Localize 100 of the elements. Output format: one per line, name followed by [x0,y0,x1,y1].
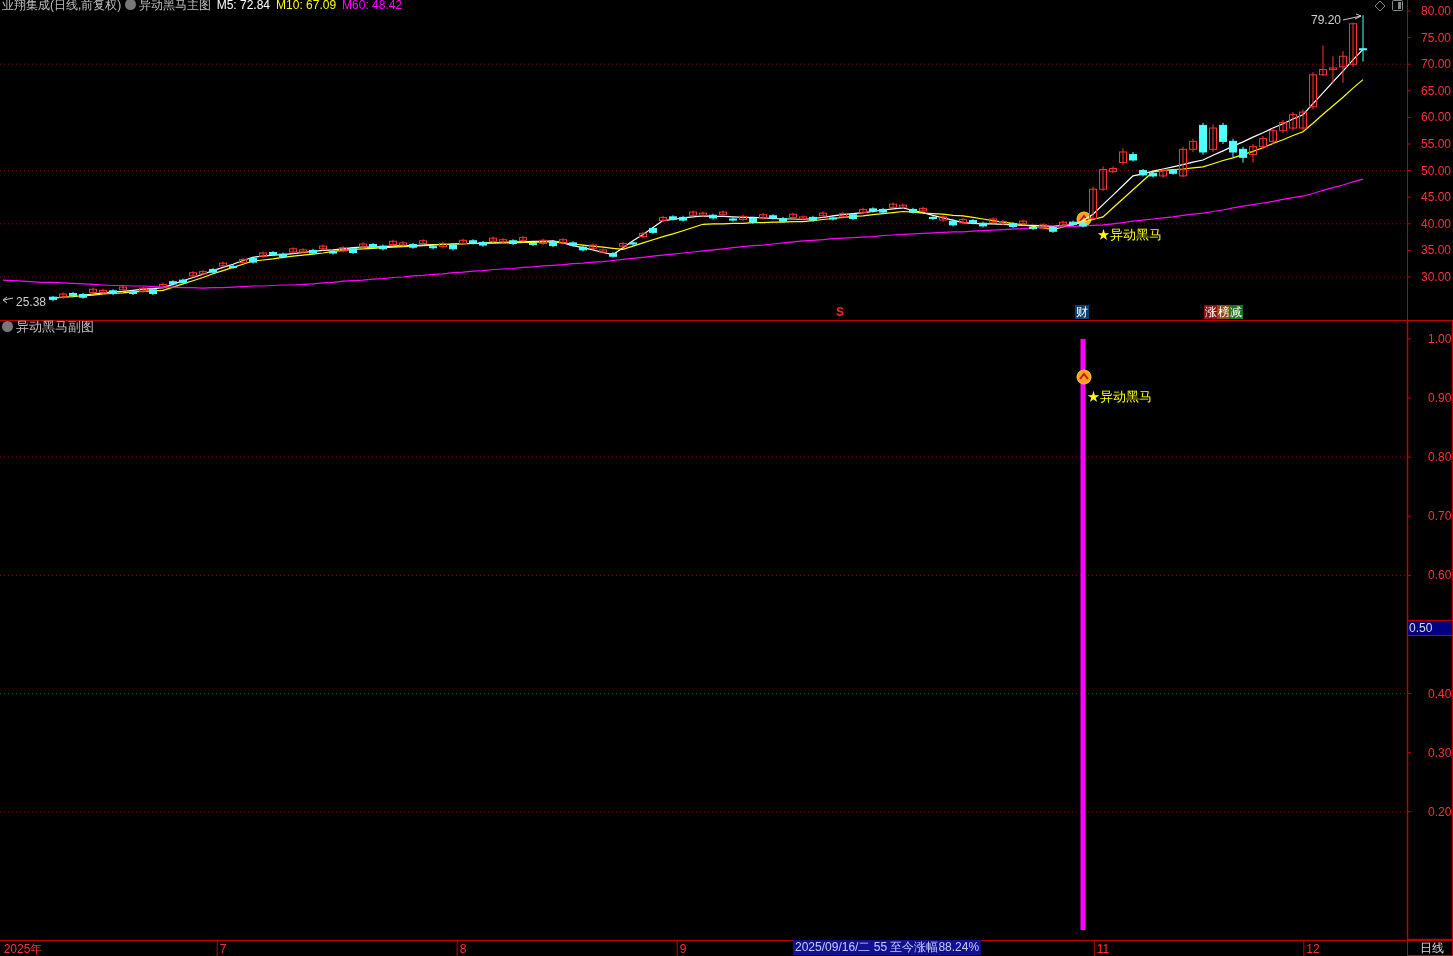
candlestick [989,216,997,225]
candlestick [929,215,937,221]
candlestick [789,212,797,220]
axis-label: 70.00 [1421,57,1452,72]
candlestick [889,202,897,210]
dropdown-icon[interactable] [2,321,13,332]
candlestick [999,219,1007,226]
indicator-name[interactable]: 异动黑马副图 [16,319,94,334]
date-label: 11 [1096,942,1110,956]
candlestick [589,242,597,251]
candlestick [1349,22,1357,68]
candlestick [559,237,567,246]
candlestick [1299,108,1307,132]
axis-label: 0.40 [1428,686,1452,701]
dropdown-icon[interactable] [124,0,136,10]
candlestick [729,216,737,223]
price-label: 79.20 [1311,13,1342,27]
candlestick [59,291,67,300]
arrow-icon [1342,13,1362,21]
candlestick [1229,138,1237,158]
candlestick [119,284,127,292]
candlestick [129,290,137,296]
date-label: 12 [1306,942,1320,956]
price-label: 25.38 [16,295,47,309]
candlestick [1179,146,1187,178]
candlestick [859,207,867,215]
candlestick [289,246,297,255]
candlestick [1329,55,1337,84]
candlestick [829,215,837,222]
axis-label: 80.00 [1421,4,1452,18]
candlestick [89,287,97,295]
candlestick [1039,222,1047,231]
event-badge: S [835,305,845,319]
axis-label: 1.00 [1428,331,1452,346]
candlestick [899,203,907,210]
candlestick [419,238,427,246]
legend-value: M60: 48.42 [342,0,403,12]
axis-label: 0.70 [1428,509,1452,524]
candlestick [1319,45,1327,77]
candlestick [1059,220,1067,228]
event-badge: 减 [1229,305,1243,319]
candlestick [1259,135,1267,150]
signal-icon [1076,369,1092,385]
candlestick [1159,167,1167,179]
date-label: 7 [219,942,227,956]
date-label: 2025年 [3,942,43,956]
candlestick [1309,71,1317,110]
window-icon [1392,0,1404,12]
candlestick [439,241,447,249]
legend-value: M10: 67.09 [276,0,337,12]
axis-label: 45.00 [1421,190,1452,205]
date-label: 8 [459,942,467,956]
candlestick [459,238,467,246]
candlestick [739,214,747,222]
axis-label: 35.00 [1421,243,1452,258]
candlestick [1189,138,1197,153]
diamond-icon [1373,0,1387,12]
date-label: 9 [679,942,687,956]
candlestick [1209,123,1217,153]
candlestick [1269,127,1277,145]
candlestick [99,288,107,295]
axis-label: 30.00 [1421,270,1452,284]
candlestick [359,241,367,250]
axis-label: 50.00 [1421,163,1452,178]
candlestick [599,247,607,255]
candlestick [1109,165,1117,174]
candlestick [1119,147,1127,166]
candlestick [489,236,497,244]
signal-label: ★异动黑马 [1087,390,1152,404]
candlestick [1359,14,1367,63]
candlestick [529,241,537,247]
period-button[interactable]: 日线 [1407,940,1453,956]
candlestick [339,245,347,254]
candlestick [959,217,967,225]
axis-label: 0.30 [1428,745,1452,760]
candlestick [159,282,167,290]
candlestick [629,240,637,247]
axis-label: 0.80 [1428,450,1452,465]
axis-label: 0.20 [1428,804,1452,819]
axis-label: 55.00 [1421,137,1452,151]
candlestick [939,214,947,223]
signal-label: ★异动黑马 [1097,227,1162,242]
candlestick [919,206,927,214]
candlestick [839,211,847,219]
candlestick [189,270,197,279]
candlestick [1219,122,1227,145]
candlestick [139,286,147,294]
axis-label: 0.90 [1428,391,1452,405]
candlestick [389,239,397,247]
candlestick [1289,111,1297,132]
candlestick [1099,165,1107,192]
candlestick [239,257,247,265]
candlestick [1029,225,1037,231]
candlestick [639,231,647,239]
candlestick [329,249,337,256]
arrow-icon [2,296,14,304]
candlestick [759,212,767,221]
candlestick [1089,186,1097,221]
candlestick [259,250,267,259]
event-badge: 涨 [1204,305,1218,319]
